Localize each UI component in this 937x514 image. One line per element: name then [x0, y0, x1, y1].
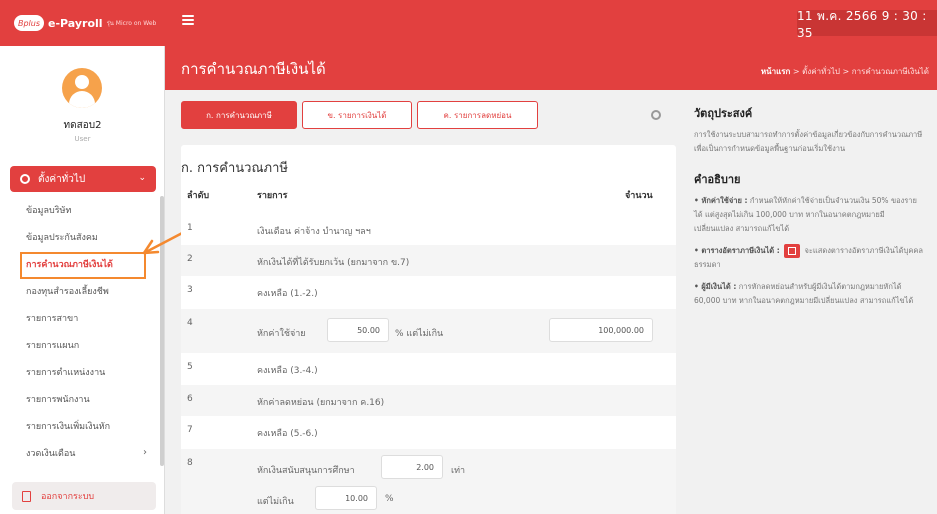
- sidebar-item-label: รายการพนักงาน: [26, 394, 90, 405]
- sidebar-item-company[interactable]: ข้อมูลบริษัท: [0, 196, 165, 223]
- column-header-item: รายการ: [257, 191, 288, 201]
- column-header-no: ลำดับ: [187, 191, 210, 201]
- datetime-display: 11 พ.ค. 2566 9 : 30 : 35: [797, 9, 937, 40]
- tab-income-items[interactable]: ข. รายการเงินได้: [302, 101, 412, 129]
- description-expense-label: • หักค่าใช้จ่าย :: [694, 196, 748, 205]
- education-limit-label: แต่ไม่เกิน: [257, 497, 294, 507]
- brand-name: e-Payroll: [48, 16, 103, 30]
- row-number: 2: [187, 254, 193, 264]
- user-role: User: [74, 135, 91, 143]
- sidebar-item-employees[interactable]: รายการพนักงาน: [0, 385, 165, 412]
- row-number: 3: [187, 285, 193, 295]
- row-text: หักเงินสนับสนุนการศึกษา: [257, 466, 355, 476]
- brand-subtitle: รุ่น Micro on Web: [106, 20, 157, 27]
- avatar: [62, 68, 102, 108]
- expense-percent-input[interactable]: 50.00: [327, 318, 389, 342]
- sidebar-item-label: รายการแผนก: [26, 340, 80, 351]
- table-row: 2 หักเงินได้ที่ได้รับยกเว้น (ยกมาจาก ข.7…: [181, 245, 676, 276]
- user-name: ทดสอบ2: [63, 120, 102, 131]
- info-panel: วัตถุประสงค์ การใช้งานระบบสามารถทำการตั้…: [678, 90, 937, 514]
- row-number: 5: [187, 362, 193, 372]
- description-income-earner: • ผู้มีเงินได้ : การหักลดหย่อนสำหรับผู้ม…: [694, 280, 923, 308]
- row-text: คงเหลือ (3.-4.): [257, 366, 318, 376]
- breadcrumb-home-link[interactable]: หน้าแรก: [761, 67, 791, 76]
- brand-logo: Bplus: [14, 15, 44, 31]
- description-income-earner-label: • ผู้มีเงินได้ :: [694, 282, 737, 291]
- sidebar-item-label: กองทุนสำรองเลี้ยงชีพ: [26, 286, 109, 297]
- top-bar: Bplus e-Payroll รุ่น Micro on Web 11 พ.ค…: [0, 0, 937, 46]
- expense-cap-label: % แต่ไม่เกิน: [395, 329, 444, 339]
- table-row: 7 คงเหลือ (5.-6.): [181, 416, 676, 449]
- settings-gear-icon[interactable]: [651, 110, 661, 120]
- description-tax-table-label: • ตารางอัตราภาษีเงินได้ :: [694, 246, 780, 255]
- objective-title: วัตถุประสงค์: [694, 107, 753, 120]
- brand[interactable]: Bplus e-Payroll รุ่น Micro on Web: [0, 0, 165, 46]
- chevron-down-icon: ⌄: [138, 173, 146, 183]
- logout-icon: [22, 490, 31, 502]
- sidebar-item-provident-fund[interactable]: กองทุนสำรองเลี้ยงชีพ: [0, 277, 165, 304]
- description-expense: • หักค่าใช้จ่าย : กำหนดให้หักค่าใช้จ่ายเ…: [694, 194, 923, 236]
- table-row: 8 หักเงินสนับสนุนการศึกษา 2.00 เท่า แต่ไ…: [181, 449, 676, 514]
- description-tax-table: • ตารางอัตราภาษีเงินได้ : จะแสดงตารางอัต…: [694, 244, 923, 272]
- gear-icon: [20, 174, 30, 184]
- education-limit-unit: %: [385, 494, 394, 504]
- section-title: ก. การคำนวณภาษี: [181, 161, 288, 176]
- row-text: หักเงินได้ที่ได้รับยกเว้น (ยกมาจาก ข.7): [257, 258, 410, 268]
- sidebar-item-label: งวดเงินเดือน: [26, 448, 76, 459]
- sidebar-item-label: การคำนวณภาษีเงินได้: [26, 259, 113, 270]
- expense-cap-input[interactable]: 100,000.00: [549, 318, 653, 342]
- calendar-icon[interactable]: [784, 244, 801, 258]
- education-limit-input[interactable]: 10.00: [315, 486, 377, 510]
- table-row: 5 คงเหลือ (3.-4.): [181, 353, 676, 385]
- row-text: คงเหลือ (5.-6.): [257, 429, 318, 439]
- breadcrumb: หน้าแรก > ตั้งค่าทั่วไป > การคำนวณภาษีเง…: [761, 65, 929, 78]
- row-number: 4: [187, 318, 193, 328]
- sidebar-item-label: รายการสาขา: [26, 313, 79, 324]
- row-text: คงเหลือ (1.-2.): [257, 289, 318, 299]
- row-text: หักค่าใช้จ่าย: [257, 329, 306, 339]
- sidebar-item-label: ข้อมูลบริษัท: [26, 205, 72, 216]
- sidebar: ทดสอบ2 User ตั้งค่าทั่วไป ⌄ ข้อมูลบริษัท…: [0, 46, 165, 514]
- table-row: 6 หักค่าลดหย่อน (ยกมาจาก ค.16): [181, 385, 676, 416]
- sidebar-item-label: รายการเงินเพิ่มเงินหัก: [26, 421, 111, 432]
- menu-group-general-settings[interactable]: ตั้งค่าทั่วไป ⌄: [10, 166, 156, 192]
- logout-label: ออกจากระบบ: [41, 492, 95, 502]
- sidebar-item-departments[interactable]: รายการแผนก: [0, 331, 165, 358]
- sidebar-item-positions[interactable]: รายการตำแหน่งงาน: [0, 358, 165, 385]
- tab-deduction-items[interactable]: ค. รายการลดหย่อน: [417, 101, 538, 129]
- education-times-input[interactable]: 2.00: [381, 455, 443, 479]
- row-number: 1: [187, 223, 193, 233]
- row-text: หักค่าลดหย่อน (ยกมาจาก ค.16): [257, 398, 385, 408]
- description-title: คำอธิบาย: [694, 173, 741, 186]
- table-row: 1 เงินเดือน ค่าจ้าง บำนาญ ฯลฯ: [181, 214, 676, 245]
- row-text: เงินเดือน ค่าจ้าง บำนาญ ฯลฯ: [257, 227, 371, 237]
- tab-tax-calculation[interactable]: ก. การคำนวณภาษี: [181, 101, 297, 129]
- chevron-right-icon: ›: [143, 447, 147, 458]
- sidebar-item-branches[interactable]: รายการสาขา: [0, 304, 165, 331]
- row-number: 8: [187, 458, 193, 468]
- tab-bar: ก. การคำนวณภาษี ข. รายการเงินได้ ค. รายก…: [181, 101, 543, 129]
- sidebar-item-label: ข้อมูลประกันสังคม: [26, 232, 98, 243]
- menu-group-label: ตั้งค่าทั่วไป: [38, 173, 86, 185]
- breadcrumb-path: > ตั้งค่าทั่วไป > การคำนวณภาษีเงินได้: [790, 67, 929, 76]
- column-header-amount: จำนวน: [625, 191, 653, 201]
- sidebar-item-label: รายการตำแหน่งงาน: [26, 367, 106, 378]
- row-number: 6: [187, 394, 193, 404]
- objective-text: การใช้งานระบบสามารถทำการตั้งค่าข้อมูลเกี…: [694, 130, 923, 153]
- page-header: การคำนวณภาษีเงินได้ หน้าแรก > ตั้งค่าทั่…: [165, 46, 937, 90]
- menu-toggle-icon[interactable]: [182, 15, 194, 27]
- logout-button[interactable]: ออกจากระบบ: [12, 482, 156, 510]
- sidebar-item-salary-periods[interactable]: งวดเงินเดือน ›: [0, 439, 165, 466]
- table-row: 3 คงเหลือ (1.-2.): [181, 276, 676, 309]
- page-title: การคำนวณภาษีเงินได้: [181, 60, 326, 78]
- sidebar-item-additions-deductions[interactable]: รายการเงินเพิ่มเงินหัก: [0, 412, 165, 439]
- main-panel: ก. การคำนวณภาษี ข. รายการเงินได้ ค. รายก…: [165, 90, 677, 514]
- row-number: 7: [187, 425, 193, 435]
- tax-calculation-card: ก. การคำนวณภาษี ลำดับ รายการ จำนวน 1 เงิ…: [181, 145, 676, 514]
- education-times-unit: เท่า: [451, 466, 466, 476]
- table-row: 4 หักค่าใช้จ่าย 50.00 % แต่ไม่เกิน 100,0…: [181, 309, 676, 353]
